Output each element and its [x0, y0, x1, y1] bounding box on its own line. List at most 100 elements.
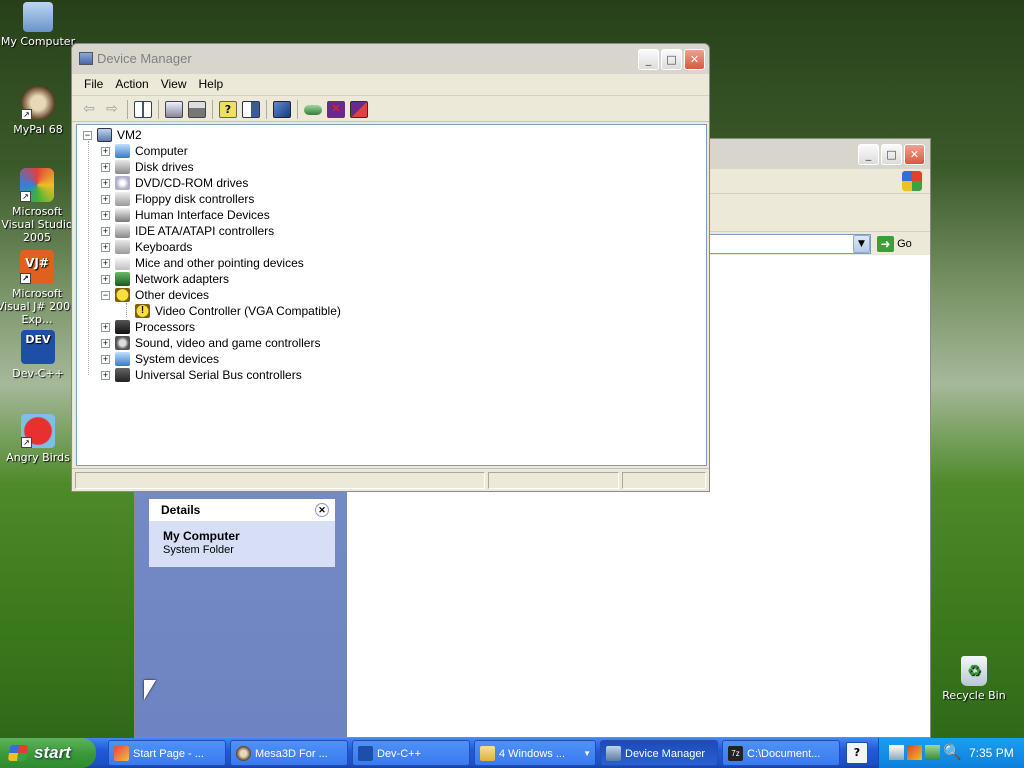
desktop-icon-recycle-bin[interactable]: ♻ Recycle Bin [932, 656, 1016, 702]
computer-icon [115, 144, 130, 158]
tree-node-disk-drives[interactable]: + Disk drives [99, 159, 429, 175]
tree-node-label: Processors [135, 320, 196, 334]
close-button[interactable]: ✕ [684, 49, 705, 70]
expand-icon[interactable]: + [101, 243, 110, 252]
maximize-button[interactable]: □ [661, 49, 682, 70]
status-pane [622, 472, 706, 489]
properties-icon[interactable] [165, 101, 183, 118]
details-header[interactable]: Details ✕ [149, 499, 335, 521]
tree-node-other-devices[interactable]: − Other devices [99, 287, 429, 303]
warning-device-icon: ! [135, 304, 150, 318]
collapse-icon[interactable]: − [83, 131, 92, 140]
show-hide-tree-icon[interactable] [134, 101, 152, 118]
tree-node-floppy-disk-controllers[interactable]: + Floppy disk controllers [99, 191, 429, 207]
task-start-page[interactable]: Start Page - ... [108, 740, 226, 766]
scan-hardware-icon[interactable] [273, 101, 291, 118]
devcpp-small-icon [358, 746, 373, 761]
forward-arrow-icon[interactable]: ⇨ [103, 101, 121, 118]
update-driver-icon[interactable] [304, 105, 322, 115]
clock[interactable]: 7:35 PM [969, 746, 1014, 760]
desktop-icon-label: MyPal 68 [13, 123, 63, 136]
maximize-button[interactable]: □ [881, 144, 902, 165]
group-dropdown-icon[interactable]: ▼ [583, 741, 591, 765]
network-tray-icon[interactable] [889, 745, 904, 760]
menu-file[interactable]: File [78, 74, 109, 91]
security-tray-icon[interactable] [907, 745, 922, 760]
desktop-icon-mypal[interactable]: ↗ MyPal 68 [0, 86, 80, 136]
collapse-icon[interactable]: − [101, 291, 110, 300]
menu-help[interactable]: Help [193, 74, 230, 91]
desktop-icon-my-computer[interactable]: My Computer [0, 2, 80, 48]
expand-icon[interactable]: + [101, 259, 110, 268]
status-bar [72, 468, 709, 490]
task-7zip[interactable]: 7z C:\Document... [722, 740, 840, 766]
visual-studio-icon: ↗ [20, 168, 54, 202]
tree-node-mice-and-other-pointing-devices[interactable]: + Mice and other pointing devices [99, 255, 429, 271]
expand-icon[interactable]: + [101, 179, 110, 188]
task-mesa3d[interactable]: Mesa3D For ... [230, 740, 348, 766]
expand-icon[interactable]: + [101, 371, 110, 380]
tree-node-keyboards[interactable]: + Keyboards [99, 239, 429, 255]
tree-node-processors[interactable]: + Processors [99, 319, 429, 335]
back-arrow-icon[interactable]: ⇦ [80, 101, 98, 118]
device-manager-window: Device Manager _ □ ✕ File Action View Help … [71, 43, 710, 492]
tree-line-root [88, 141, 89, 375]
expand-icon[interactable]: + [101, 147, 110, 156]
scan-view-icon[interactable] [242, 101, 260, 118]
desktop-icon-angry-birds[interactable]: ↗ Angry Birds [0, 414, 80, 464]
minimize-button[interactable]: _ [638, 49, 659, 70]
tree-node-human-interface-devices[interactable]: + Human Interface Devices [99, 207, 429, 223]
minimize-button[interactable]: _ [858, 144, 879, 165]
desktop-icon-visual-studio[interactable]: ↗ Microsoft Visual Studio 2005 [0, 168, 78, 244]
desktop-icon-devcpp[interactable]: DEV Dev-C++ [0, 330, 80, 380]
disable-device-icon[interactable] [350, 101, 368, 118]
go-button[interactable]: ➜ Go [877, 234, 922, 254]
desktop-icon-visual-jsharp[interactable]: VJ# ↗ Microsoft Visual J# 2005 Exp... [0, 250, 78, 326]
task-label: C:\Document... [747, 748, 821, 760]
task-device-manager[interactable]: Device Manager [600, 740, 718, 766]
tree-node-dvd-cd-rom-drives[interactable]: + DVD/CD-ROM drives [99, 175, 429, 191]
start-button[interactable]: start [0, 738, 96, 768]
search-tray-icon[interactable]: 🔍 [943, 743, 962, 761]
help-icon[interactable]: ? [219, 101, 237, 118]
print-icon[interactable] [188, 101, 206, 118]
tree-node-label: Human Interface Devices [135, 208, 270, 222]
desktop-icon-label: Microsoft Visual Studio 2005 [1, 205, 73, 244]
tree-root[interactable]: − VM2 [81, 127, 281, 143]
expand-icon[interactable]: + [101, 275, 110, 284]
device-tree: − VM2 + Computer + Disk drives + DVD/CD-ROM d… [76, 124, 707, 466]
help-tray-button[interactable]: ? [846, 742, 868, 764]
chevron-down-icon[interactable]: ▼ [853, 235, 870, 253]
expand-icon[interactable]: + [101, 163, 110, 172]
expand-icon[interactable]: + [101, 339, 110, 348]
close-button[interactable]: ✕ [904, 144, 925, 165]
uninstall-icon[interactable]: ✕ [327, 101, 345, 118]
expand-icon[interactable]: + [101, 323, 110, 332]
task-label: Start Page - ... [133, 748, 204, 760]
update-tray-icon[interactable] [925, 745, 940, 760]
collapse-icon[interactable]: ✕ [315, 503, 329, 517]
tree-line-other-devices [126, 303, 127, 317]
tree-node-computer[interactable]: + Computer [99, 143, 429, 159]
visual-jsharp-icon: VJ# ↗ [20, 250, 54, 284]
menu-action[interactable]: Action [109, 74, 154, 91]
toolbar-separator [127, 100, 128, 119]
tree-node-video-controller-vga-compatible[interactable]: ! Video Controller (VGA Compatible) [135, 303, 465, 319]
task-windows-group[interactable]: 4 Windows ... ▼ [474, 740, 596, 766]
tree-node-label: Mice and other pointing devices [135, 256, 304, 270]
cdrom-icon [115, 176, 130, 190]
mouse-icon [115, 256, 130, 270]
tree-node-ide-ata-atapi-controllers[interactable]: + IDE ATA/ATAPI controllers [99, 223, 429, 239]
tree-node-universal-serial-bus-controllers[interactable]: + Universal Serial Bus controllers [99, 367, 429, 383]
expand-icon[interactable]: + [101, 355, 110, 364]
expand-icon[interactable]: + [101, 211, 110, 220]
tree-node-system-devices[interactable]: + System devices [99, 351, 429, 367]
device-manager-titlebar[interactable]: Device Manager _ □ ✕ [72, 44, 709, 74]
tree-node-sound-video-and-game-controllers[interactable]: + Sound, video and game controllers [99, 335, 429, 351]
tree-node-network-adapters[interactable]: + Network adapters [99, 271, 429, 287]
task-devcpp[interactable]: Dev-C++ [352, 740, 470, 766]
toolbar-separator [158, 100, 159, 119]
menu-view[interactable]: View [155, 74, 193, 91]
expand-icon[interactable]: + [101, 195, 110, 204]
expand-icon[interactable]: + [101, 227, 110, 236]
